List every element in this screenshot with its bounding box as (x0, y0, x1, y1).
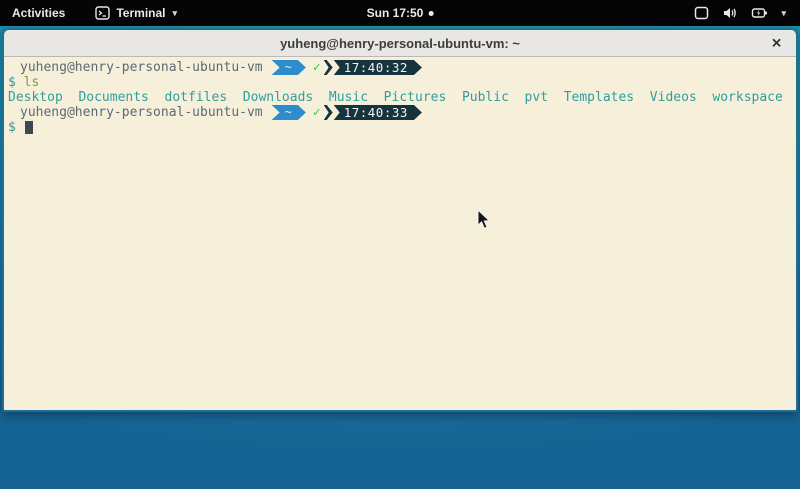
app-menu-terminal[interactable]: Terminal ▾ (89, 0, 183, 26)
clock-button[interactable]: Sun 17:50 (367, 6, 434, 20)
clock-label: Sun 17:50 (367, 6, 424, 20)
window-titlebar[interactable]: yuheng@henry-personal-ubuntu-vm: ~ ✕ (4, 30, 796, 57)
activities-button[interactable]: Activities (0, 0, 77, 26)
prompt-user: yuheng@henry-personal-ubuntu-vm (20, 105, 263, 120)
command-line: $ ls (4, 75, 796, 90)
chevron-down-icon: ▾ (172, 8, 177, 19)
prompt-check-icon: ✓ (313, 105, 321, 120)
screen-icon (694, 6, 709, 20)
window-title: yuheng@henry-personal-ubuntu-vm: ~ (280, 36, 520, 51)
prompt-time-segment: 17:40:33 (334, 105, 422, 120)
prompt-symbol: $ (8, 120, 16, 135)
chevron-down-icon: ▾ (781, 8, 786, 19)
system-tray[interactable]: ▾ (686, 0, 794, 26)
volume-icon (722, 6, 738, 20)
prompt-symbol: $ (8, 75, 16, 90)
notification-dot-icon (428, 11, 433, 16)
powerline-chevron-icon (324, 105, 333, 120)
battery-charging-icon (751, 6, 768, 20)
command-text: ls (24, 75, 40, 90)
prompt-cwd-segment: ~ (272, 60, 306, 75)
close-icon[interactable]: ✕ (768, 35, 785, 52)
terminal-cursor (25, 121, 33, 134)
prompt-cwd-segment: ~ (272, 105, 306, 120)
prompt-time-segment: 17:40:32 (334, 60, 422, 75)
terminal-icon (95, 6, 110, 20)
prompt-check-icon: ✓ (313, 60, 321, 75)
top-bar: Activities Terminal ▾ Sun 17:50 (0, 0, 800, 26)
powerline-chevron-icon (324, 60, 333, 75)
terminal-window: yuheng@henry-personal-ubuntu-vm: ~ ✕ yuh… (2, 28, 798, 412)
terminal-screen[interactable]: yuheng@henry-personal-ubuntu-vm ~ ✓ 17:4… (4, 57, 796, 410)
input-line: $ (4, 120, 796, 135)
prompt-line-1: yuheng@henry-personal-ubuntu-vm ~ ✓ 17:4… (4, 60, 796, 75)
app-menu-label: Terminal (116, 6, 165, 20)
ls-output-line: Desktop Documents dotfiles Downloads Mus… (4, 90, 796, 105)
prompt-line-2: yuheng@henry-personal-ubuntu-vm ~ ✓ 17:4… (4, 105, 796, 120)
prompt-user: yuheng@henry-personal-ubuntu-vm (20, 60, 263, 75)
